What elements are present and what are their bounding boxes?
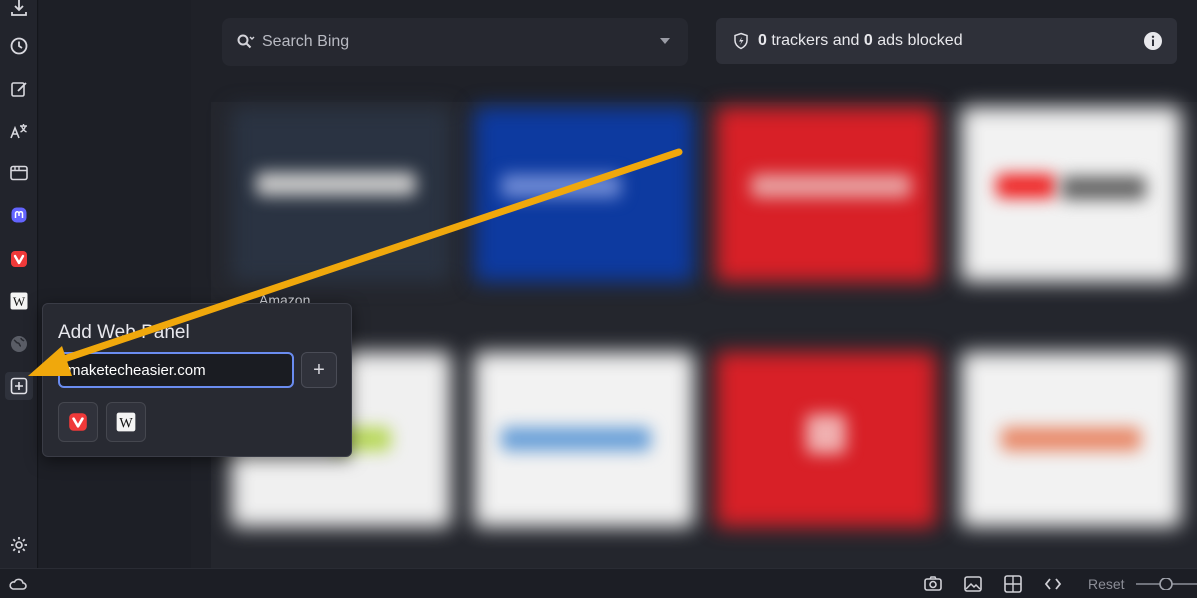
tile-logo xyxy=(1001,427,1141,451)
history-icon xyxy=(10,37,28,55)
zoom-slider[interactable] xyxy=(1136,578,1197,590)
tile-logo xyxy=(806,414,846,454)
trackers-count: 0 xyxy=(758,32,767,49)
capture-icon[interactable] xyxy=(923,574,943,594)
vivaldi-icon xyxy=(11,251,27,267)
mastodon-panel-button[interactable] xyxy=(5,201,33,229)
add-web-panel-button[interactable] xyxy=(5,372,33,400)
notes-icon xyxy=(11,82,27,97)
suggestion-vivaldi[interactable] xyxy=(58,402,98,442)
svg-text:W: W xyxy=(13,294,26,309)
tile-logo xyxy=(1061,176,1146,200)
globe-icon xyxy=(11,336,27,352)
cloud-sync-icon[interactable] xyxy=(8,574,28,594)
ads-count: 0 xyxy=(863,32,873,49)
history-button[interactable] xyxy=(5,32,33,60)
tiling-icon[interactable] xyxy=(1003,574,1023,594)
search-engine-dropdown[interactable] xyxy=(660,38,670,44)
start-page: Search Bing 0 trackers and 0 ads blocked… xyxy=(191,0,1197,568)
window-panel-icon xyxy=(10,165,28,181)
popup-title: Add Web Panel xyxy=(58,322,190,343)
mastodon-icon xyxy=(11,207,27,223)
search-box[interactable]: Search Bing xyxy=(222,18,688,66)
ads-text: ads blocked xyxy=(872,32,963,49)
zoom-reset-button[interactable]: Reset xyxy=(1088,576,1125,592)
trackers-text: trackers and xyxy=(766,32,864,49)
vivaldi-panel-button[interactable] xyxy=(5,245,33,273)
page-actions-icon[interactable] xyxy=(1043,574,1063,594)
gear-icon xyxy=(11,537,27,553)
panel-area xyxy=(39,0,191,568)
downloads-button[interactable] xyxy=(5,0,33,22)
status-bar: Reset xyxy=(0,568,1197,598)
tile-logo xyxy=(501,174,621,198)
shield-icon xyxy=(734,32,748,50)
translate-icon xyxy=(10,124,27,139)
globe-panel-button[interactable] xyxy=(5,330,33,358)
add-panel-button[interactable]: + xyxy=(301,352,337,388)
vivaldi-icon xyxy=(69,413,87,431)
tracker-blocker-status[interactable]: 0 trackers and 0 ads blocked xyxy=(716,18,1177,64)
search-placeholder: Search Bing xyxy=(262,33,350,50)
tile-logo xyxy=(256,172,416,196)
notes-button[interactable] xyxy=(5,75,33,103)
browser-window: W Search Bing 0 trackers and 0 ads block… xyxy=(0,0,1197,598)
tile-logo xyxy=(996,174,1056,198)
wikipedia-icon: W xyxy=(10,292,28,310)
info-icon[interactable] xyxy=(1143,31,1163,51)
search-icon xyxy=(237,34,255,49)
suggestion-wikipedia[interactable]: W xyxy=(106,402,146,442)
images-icon[interactable] xyxy=(963,574,983,594)
settings-button[interactable] xyxy=(5,531,33,559)
wikipedia-icon: W xyxy=(116,412,136,432)
speed-dial-grid: Amazon xyxy=(211,102,1197,568)
tile-logo xyxy=(751,174,911,198)
translate-button[interactable] xyxy=(5,117,33,145)
downloads-icon xyxy=(11,0,27,16)
side-panel-bar: W xyxy=(0,0,38,568)
add-web-panel-icon xyxy=(10,377,28,395)
tile-logo xyxy=(501,427,651,451)
window-panel-button[interactable] xyxy=(5,159,33,187)
wikipedia-panel-button[interactable]: W xyxy=(5,287,33,315)
add-web-panel-popup: Add Web Panel + W xyxy=(42,303,352,457)
svg-text:W: W xyxy=(119,416,133,432)
web-panel-url-input[interactable] xyxy=(58,352,294,388)
